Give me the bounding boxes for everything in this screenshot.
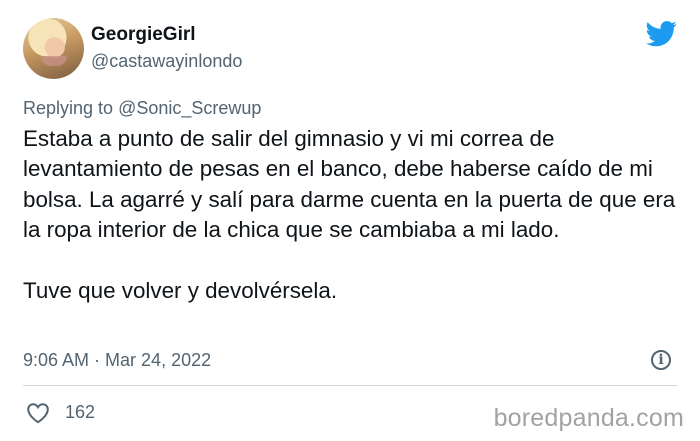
heart-outline-icon[interactable] <box>26 402 50 424</box>
divider <box>23 385 677 386</box>
tweet-date: Mar 24, 2022 <box>105 350 212 370</box>
info-circle-icon[interactable]: i <box>651 350 671 370</box>
replying-to-prefix: Replying to <box>23 98 119 118</box>
tweet-time: 9:06 AM <box>23 350 90 370</box>
watermark: boredpanda.com <box>493 404 684 432</box>
avatar[interactable] <box>23 18 84 79</box>
like-count: 162 <box>65 402 96 422</box>
twitter-bird-icon[interactable] <box>646 21 677 47</box>
tweet-timestamp[interactable]: 9:06 AM · Mar 24, 2022 <box>23 350 211 371</box>
author-display-name[interactable]: GeorgieGirl <box>91 24 196 46</box>
replying-to: Replying to @Sonic_Screwup <box>23 98 261 119</box>
author-handle[interactable]: @castawayinlondo <box>91 51 242 72</box>
timestamp-separator: · <box>89 350 106 370</box>
tweet-text: Estaba a punto de salir del gimnasio y v… <box>23 124 683 306</box>
tweet-paragraph-1: Estaba a punto de salir del gimnasio y v… <box>23 126 682 243</box>
reply-mention-link[interactable]: @Sonic_Screwup <box>118 98 261 118</box>
tweet-paragraph-2: Tuve que volver y devolvérsela. <box>23 278 338 304</box>
